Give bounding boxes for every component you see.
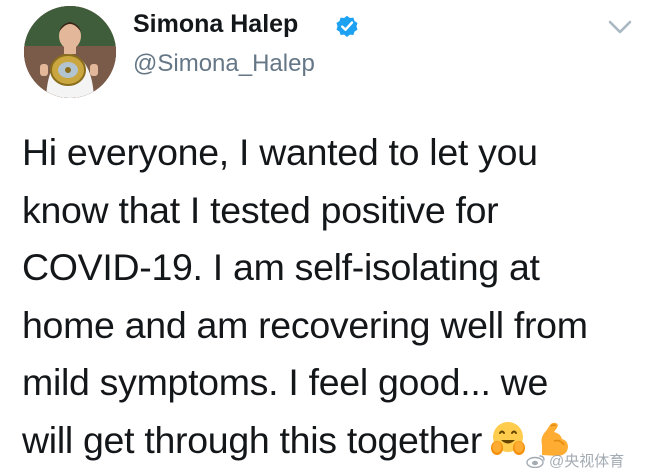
- avatar[interactable]: [24, 6, 116, 98]
- chevron-down-icon[interactable]: [606, 16, 634, 38]
- handle[interactable]: @Simona_Halep: [133, 50, 315, 78]
- watermark: @央视体育: [526, 450, 624, 471]
- tweet-line: mild symptoms. I feel good... we: [22, 361, 549, 403]
- display-name[interactable]: Simona Halep: [133, 10, 298, 39]
- verified-badge-icon: [336, 15, 358, 37]
- tweet-line-text: will get through this together: [22, 418, 483, 461]
- tweet-line: home and am recovering well from: [22, 303, 588, 346]
- tweet-text: Hi everyone, I wanted to let you know th…: [22, 124, 642, 469]
- watermark-text: @央视体育: [549, 453, 625, 470]
- tweet-line: know that I tested positive for: [22, 188, 499, 231]
- tweet-line: Hi everyone, I wanted to let you: [22, 131, 538, 173]
- hugging-face-emoji: [491, 421, 526, 455]
- tweet-card: Simona Halep @Simona_Halep Hi everyone, …: [0, 0, 650, 474]
- weibo-logo-icon: [526, 455, 545, 468]
- tweet-line: COVID-19. I am self-isolating at: [22, 246, 540, 288]
